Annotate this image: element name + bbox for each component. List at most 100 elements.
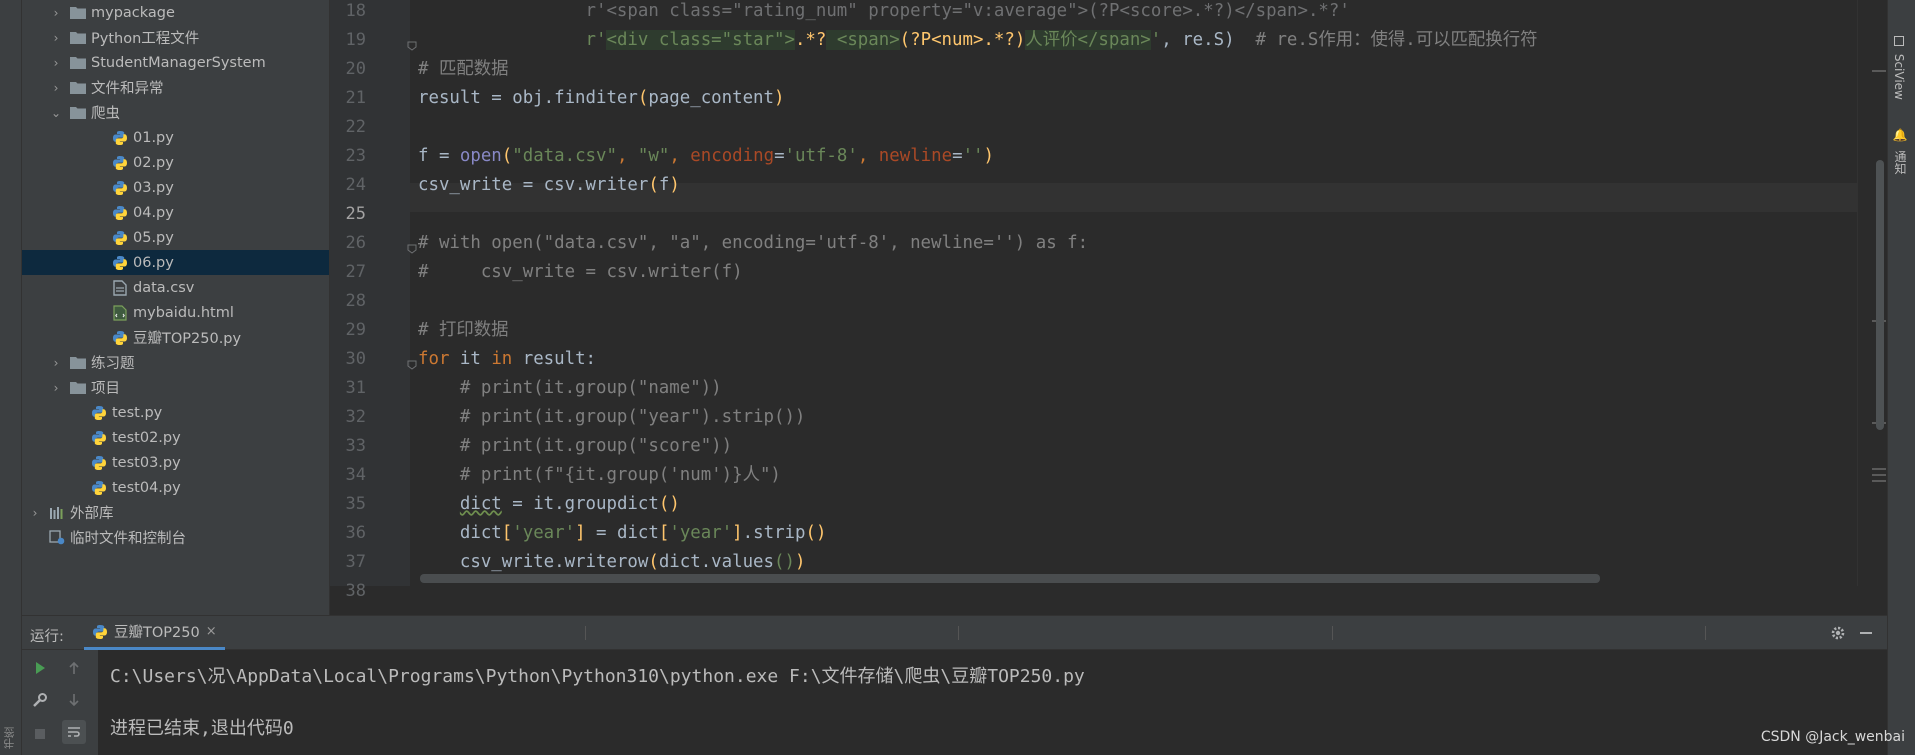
code-token: # print(it.group("year").strip())	[418, 407, 806, 427]
rerun-icon[interactable]	[28, 656, 52, 680]
code-token: '	[1150, 30, 1162, 50]
tree-item[interactable]: › Python工程文件	[22, 25, 329, 50]
arrow-up-icon[interactable]	[62, 656, 86, 680]
code-token: =	[774, 146, 785, 166]
tree-item[interactable]: › 文件和异常	[22, 75, 329, 100]
arrow-down-icon[interactable]	[62, 688, 86, 712]
code-editor[interactable]: r'<span class="rating_num" property="v:a…	[410, 0, 1857, 586]
stripe-marker[interactable]	[1872, 474, 1886, 476]
editor-vertical-scrollbar[interactable]	[1876, 160, 1884, 430]
line-number: 31	[345, 378, 366, 398]
code-line[interactable]: # csv_write = csv.writer(f)	[418, 258, 743, 287]
chevron-down-icon[interactable]: ⌄	[49, 106, 63, 120]
minimize-icon[interactable]	[1855, 622, 1877, 644]
library-icon	[48, 505, 66, 520]
chevron-right-icon[interactable]: ›	[49, 56, 63, 70]
code-line[interactable]: # 匹配数据	[418, 55, 509, 84]
tree-item-label: data.csv	[133, 279, 195, 296]
code-token: result:	[522, 349, 597, 369]
wrench-icon[interactable]	[28, 688, 52, 712]
code-line[interactable]: f = open("data.csv", "w", encoding='utf-…	[418, 142, 994, 171]
code-token: (	[637, 88, 649, 108]
notifications-tab[interactable]: 🔔 通知	[1892, 128, 1909, 174]
code-token: # with open("data.csv", "a", encoding='u…	[418, 233, 1089, 253]
code-line[interactable]: for it in result:	[418, 345, 596, 374]
chevron-right-icon[interactable]: ›	[49, 356, 63, 370]
code-line[interactable]: result = obj.finditer(page_content)	[418, 84, 784, 113]
code-line[interactable]: # print(f"{it.group('num')}人")	[418, 461, 781, 490]
chevron-right-icon[interactable]: ›	[49, 381, 63, 395]
tree-item-label: 06.py	[133, 254, 174, 271]
stripe-marker[interactable]	[1872, 480, 1886, 482]
stripe-marker[interactable]	[1872, 468, 1886, 470]
tree-item-label: 临时文件和控制台	[70, 531, 186, 547]
gear-icon[interactable]	[1827, 622, 1849, 644]
code-token: , re.S)	[1161, 30, 1256, 50]
run-panel-label: 运行:	[30, 629, 64, 645]
tree-item-label: 03.py	[133, 179, 174, 196]
soft-wrap-icon[interactable]	[62, 720, 86, 744]
close-icon[interactable]: ×	[206, 624, 217, 639]
code-token: ,	[857, 146, 879, 166]
code-line[interactable]: r'<span class="rating_num" property="v:a…	[418, 0, 1350, 26]
folder-icon	[69, 105, 87, 120]
code-line[interactable]: # print(it.group("year").strip())	[418, 403, 806, 432]
fold-marker-icon[interactable]	[407, 36, 417, 51]
tree-item[interactable]: › 项目	[22, 375, 329, 400]
tree-item[interactable]: 03.py	[22, 175, 329, 200]
chevron-right-icon[interactable]: ›	[28, 506, 42, 520]
tree-item[interactable]: 06.py	[22, 250, 329, 275]
code-token: open	[459, 146, 502, 166]
tree-item[interactable]: 02.py	[22, 150, 329, 175]
tree-item[interactable]: test02.py	[22, 425, 329, 450]
html-file-icon	[111, 304, 129, 321]
tree-item[interactable]: 05.py	[22, 225, 329, 250]
tree-item[interactable]: 豆瓣TOP250.py	[22, 325, 329, 350]
sciview-tab[interactable]: SciView	[1892, 36, 1906, 100]
code-token: 'year'	[669, 523, 733, 543]
code-token: # print(f"{it.group('num')}人")	[418, 465, 781, 485]
tree-item[interactable]: data.csv	[22, 275, 329, 300]
code-token: # re.S作用：使得.可以匹配换行符	[1255, 30, 1538, 50]
code-token: <div class="star">	[606, 30, 795, 50]
code-line[interactable]: r'<div class="star">.*? <span>(?P<num>.*…	[418, 26, 1537, 55]
tree-item[interactable]: › 练习题	[22, 350, 329, 375]
tree-item[interactable]: › StudentManagerSystem	[22, 50, 329, 75]
code-line[interactable]: # with open("data.csv", "a", encoding='u…	[418, 229, 1088, 258]
tree-item[interactable]: › 外部库	[22, 500, 329, 525]
chevron-right-icon[interactable]: ›	[49, 81, 63, 95]
folder-icon	[69, 380, 87, 395]
fold-marker-icon[interactable]	[407, 355, 417, 370]
line-number: 37	[345, 552, 366, 572]
bookmarks-tab[interactable]: 书签	[2, 727, 18, 749]
tree-item[interactable]: test04.py	[22, 475, 329, 500]
tree-item[interactable]: mybaidu.html	[22, 300, 329, 325]
stop-icon[interactable]	[28, 722, 52, 746]
tree-item[interactable]: ⌄ 爬虫	[22, 100, 329, 125]
tree-item[interactable]: › mypackage	[22, 0, 329, 25]
chevron-right-icon[interactable]: ›	[49, 6, 63, 20]
tree-item[interactable]: test.py	[22, 400, 329, 425]
sciview-label: SciView	[1892, 53, 1906, 100]
line-number-gutter: 18 19 20 21 22 23 24 25 26 27 28 29 30 31 32 33 34 35 36 37…	[330, 0, 410, 601]
fold-marker-icon[interactable]	[407, 239, 417, 254]
run-tab-douban[interactable]: 豆瓣TOP250 ×	[84, 616, 225, 650]
tree-item[interactable]: 临时文件和控制台	[22, 525, 329, 550]
code-line[interactable]: csv_write.writerow(dict.values())	[418, 548, 806, 577]
tree-item[interactable]: 01.py	[22, 125, 329, 150]
stripe-marker[interactable]	[1872, 70, 1886, 72]
code-line[interactable]: # print(it.group("name"))	[418, 374, 722, 403]
code-line[interactable]: # print(it.group("score"))	[418, 432, 732, 461]
editor-horizontal-scrollbar[interactable]	[420, 574, 1600, 583]
run-console-output[interactable]: C:\Users\况\AppData\Local\Programs\Python…	[98, 650, 1887, 755]
python-file-icon	[111, 205, 129, 220]
tree-item[interactable]: test03.py	[22, 450, 329, 475]
python-file-icon	[90, 405, 108, 420]
code-line[interactable]: csv_write = csv.writer(f)	[418, 171, 680, 200]
chevron-right-icon[interactable]: ›	[49, 31, 63, 45]
tree-item[interactable]: 04.py	[22, 200, 329, 225]
code-line[interactable]: dict = it.groupdict()	[418, 490, 680, 519]
folder-icon	[69, 355, 87, 370]
code-line[interactable]: # 打印数据	[418, 316, 509, 345]
code-line[interactable]: dict['year'] = dict['year'].strip()	[418, 519, 827, 548]
